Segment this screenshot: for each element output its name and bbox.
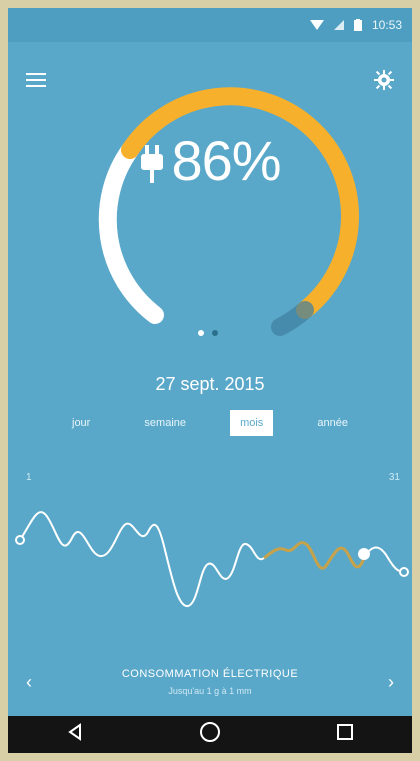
wave-selected-point[interactable] <box>358 548 370 560</box>
app-screen: 10:53 86% 27 sept. 2015 jour semaine moi… <box>8 8 412 753</box>
wave-line-white-tail <box>363 546 405 573</box>
plug-icon <box>141 145 164 184</box>
page-dot-active[interactable] <box>198 330 204 336</box>
back-triangle-icon <box>67 723 81 741</box>
wave-line-white <box>19 511 265 607</box>
axis-start-label: 1 <box>26 472 32 483</box>
hamburger-menu-icon <box>26 73 46 87</box>
home-button[interactable] <box>199 721 221 748</box>
wave-start-point[interactable] <box>15 535 25 545</box>
signal-icon <box>333 20 344 30</box>
battery-icon <box>353 19 362 31</box>
back-button[interactable] <box>66 723 84 746</box>
tab-annee[interactable]: année <box>307 410 358 436</box>
wave-end-point[interactable] <box>399 567 409 577</box>
tab-jour[interactable]: jour <box>62 410 100 436</box>
chevron-right-icon: › <box>388 672 394 692</box>
percentage-readout: 86% <box>8 128 412 193</box>
android-navigation-bar <box>8 716 412 753</box>
status-bar: 10:53 <box>8 8 412 42</box>
consumption-wave <box>15 511 409 607</box>
page-indicator <box>198 330 218 336</box>
menu-button[interactable] <box>22 66 50 94</box>
footer: ‹ CONSOMMATION ÉLECTRIQUE Jusqu'au 1 g à… <box>8 628 412 716</box>
gauge-arc-remaining <box>271 301 314 336</box>
axis-end-label: 31 <box>388 472 400 483</box>
percentage-value: 86% <box>171 129 281 192</box>
wifi-icon <box>309 20 324 30</box>
consumption-gauge <box>98 87 360 336</box>
tab-mois[interactable]: mois <box>230 410 274 436</box>
selected-date: 27 sept. 2015 <box>155 374 265 394</box>
footer-subtitle: Jusqu'au 1 g à 1 mm <box>168 686 252 696</box>
period-tabs: jour semaine mois année <box>62 410 358 436</box>
recents-square-icon <box>337 724 354 740</box>
wave-line-orange <box>263 541 366 570</box>
home-circle-icon <box>199 722 220 742</box>
page-dot[interactable] <box>212 330 218 336</box>
tab-semaine[interactable]: semaine <box>134 410 196 436</box>
status-time: 10:53 <box>371 18 402 32</box>
recents-button[interactable] <box>336 723 354 746</box>
gear-icon <box>374 70 394 90</box>
device-frame: 10:53 86% 27 sept. 2015 jour semaine moi… <box>0 0 420 761</box>
settings-button[interactable] <box>370 66 398 94</box>
footer-title: CONSOMMATION ÉLECTRIQUE <box>121 668 299 680</box>
next-button[interactable]: › <box>388 672 394 693</box>
